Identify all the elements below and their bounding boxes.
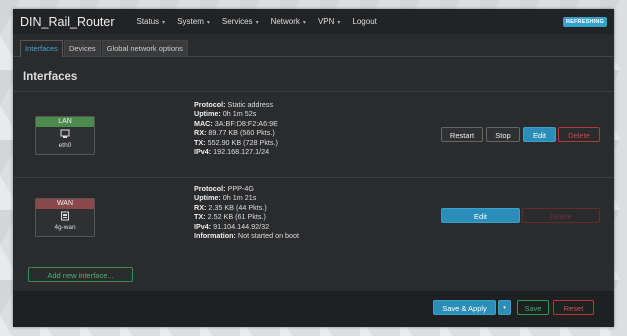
interface-name: LAN [36,117,94,127]
info-key: Information: [194,231,236,241]
interface-badge-lan: LAN eth0 [35,116,95,155]
menu-label: Services [221,17,253,26]
info-value: Static address [225,100,274,109]
interface-info-lan: Protocol: Static address Uptime: 0h 1m 5… [194,100,278,156]
info-value: 0h 1m 52s [220,109,257,119]
info-key: TX: [194,137,206,147]
info-line: RX: 2.35 KB (44 Pkts.) [194,203,299,212]
info-key: Protocol: [194,184,226,193]
chevron-down-icon: ▾ [503,305,506,311]
tab-bar: Interfaces Devices Global network option… [13,34,614,57]
add-new-interface-button[interactable]: Add new interface... [28,267,133,282]
menu-system[interactable]: System ▾ [177,17,210,26]
refreshing-status-badge[interactable]: REFRESHING [562,16,607,27]
restart-button[interactable]: Restart [441,127,483,142]
save-apply-dropdown-button[interactable]: ▾ [498,300,511,315]
tab-global-network-options[interactable]: Global network options [101,40,188,56]
top-navbar: DIN_Rail_Router Status ▾ System ▾ Services… [13,9,614,34]
save-button[interactable]: Save [517,300,549,315]
interface-badge-wan: WAN 4g-wan [35,198,95,237]
chevron-down-icon: ▾ [162,20,166,26]
info-key: MAC: [194,118,213,128]
info-line: TX: 2.52 KB (61 Pkts.) [194,212,299,221]
info-line: Protocol: Static address [194,100,278,109]
edit-button[interactable]: Edit [441,208,520,223]
cellular-modem-icon [36,211,94,224]
menu-logout[interactable]: Logout [352,17,376,26]
info-line: MAC: 3A:BF:D8:F2:A6:9E [194,119,278,128]
info-line: Protocol: PPP-4G [194,184,299,193]
info-line: IPv4: 91.104.144.92/32 [194,222,299,231]
interface-info-wan: Protocol: PPP-4G Uptime: 0h 1m 21s RX: 2… [194,184,299,240]
menu-label: System [177,17,204,26]
chevron-down-icon: ▾ [337,20,341,26]
chevron-down-icon: ▾ [302,20,306,26]
page-title: Interfaces [23,71,78,83]
info-value: 2.35 KB (44 Pkts.) [206,202,267,212]
menu-label: VPN [317,17,335,26]
interface-row-lan: LAN eth0 Protocol: Static address Uptime… [13,91,614,178]
footer-bar: Save & Apply ▾ Save Reset [13,291,614,327]
tab-interfaces[interactable]: Interfaces [20,40,63,57]
menu-network[interactable]: Network ▾ [271,17,306,26]
info-line: Uptime: 0h 1m 21s [194,193,299,202]
info-value: PPP-4G [225,184,254,193]
info-line: TX: 552.90 KB (728 Pkts.) [194,138,278,147]
reset-button[interactable]: Reset [553,300,594,315]
chevron-down-icon: ▾ [206,20,210,26]
interface-name: WAN [36,199,94,209]
menu-vpn[interactable]: VPN ▾ [318,17,340,26]
menu-status[interactable]: Status ▾ [136,17,165,26]
brand-title[interactable]: DIN_Rail_Router [20,15,114,29]
save-apply-button[interactable]: Save & Apply [433,300,496,315]
edit-button[interactable]: Edit [523,127,556,142]
info-line: RX: 89.77 KB (560 Pkts.) [194,128,278,137]
info-key: IPv4: [194,147,212,157]
info-value: 552.90 KB (728 Pkts.) [205,137,278,147]
info-value: 192.168.127.1/24 [211,147,270,157]
info-key: Protocol: [194,100,226,109]
info-value: 3A:BF:D8:F2:A6:9E [212,118,278,128]
main-menu: Status ▾ System ▾ Services ▾ Network ▾ VPN ▾ … [136,17,562,26]
menu-services[interactable]: Services ▾ [222,17,259,26]
info-line: Information: Not started on boot [194,231,299,240]
info-line: Uptime: 0h 1m 52s [194,109,278,118]
menu-label: Logout [352,17,377,26]
tab-devices[interactable]: Devices [63,40,101,56]
info-value: 0h 1m 21s [220,193,257,203]
interface-row-wan: WAN 4g-wan Protocol: PPP-4G Uptime: 0h 1… [13,177,614,262]
info-key: Uptime: [194,193,221,203]
delete-button[interactable]: Delete [558,127,600,142]
info-key: RX: [194,202,207,212]
chevron-down-icon: ▾ [255,20,259,26]
info-key: RX: [194,128,207,138]
interface-device: eth0 [58,142,72,149]
delete-button[interactable]: Delete [522,208,600,223]
stop-button[interactable]: Stop [486,127,520,142]
info-key: TX: [194,212,206,222]
info-value: Not started on boot [235,231,300,241]
info-value: 2.52 KB (61 Pkts.) [205,212,266,222]
menu-label: Network [270,17,300,26]
app-window: DIN_Rail_Router Status ▾ System ▾ Services… [13,9,614,327]
info-value: 89.77 KB (560 Pkts.) [206,128,275,138]
interface-device: 4g-wan [54,224,76,231]
info-key: Uptime: [194,109,221,119]
info-key: IPv4: [194,221,212,231]
ethernet-port-icon [36,129,94,142]
info-line: IPv4: 192.168.127.1/24 [194,147,278,156]
menu-label: Status [136,17,160,26]
info-value: 91.104.144.92/32 [211,221,270,231]
